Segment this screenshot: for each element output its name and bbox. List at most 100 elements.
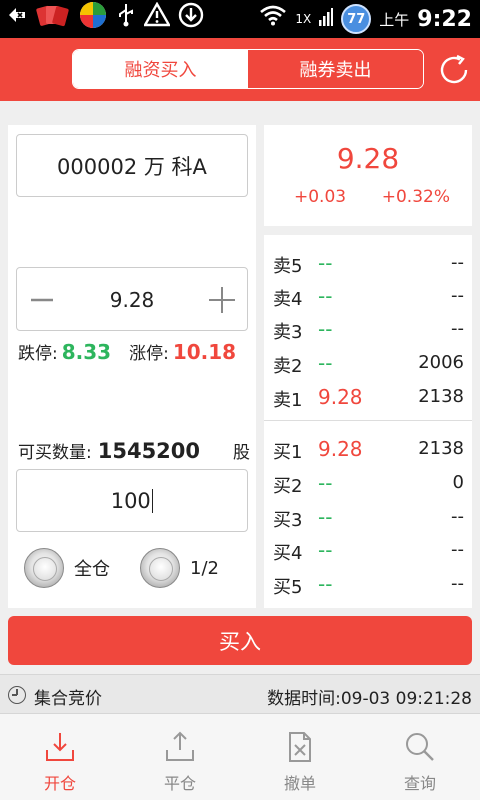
- bid-label: 买2: [273, 476, 303, 497]
- bid-price: 9.28: [318, 437, 363, 461]
- bid-row[interactable]: 买1 9.28 2138: [264, 435, 472, 465]
- limit-down-label: 跌停:: [18, 344, 58, 364]
- nav-label-open: 开仓: [43, 774, 76, 793]
- bid-volume: 2138: [418, 438, 464, 459]
- data-time: 数据时间:09-03 09:21:28: [267, 689, 472, 709]
- nav-open-position[interactable]: 开仓: [0, 714, 120, 800]
- limit-up-value[interactable]: 10.18: [173, 340, 236, 364]
- book-divider: [264, 420, 472, 421]
- price-change: +0.03: [294, 187, 347, 207]
- bid-row[interactable]: 买5 -- --: [264, 570, 472, 600]
- bid-price: --: [318, 505, 333, 529]
- ask-price: --: [318, 284, 333, 308]
- nav-label-cancel: 撤单: [283, 774, 316, 793]
- available-unit: 股: [233, 443, 250, 463]
- ask-row[interactable]: 卖5 -- --: [264, 249, 472, 279]
- nav-query[interactable]: 查询: [360, 714, 480, 800]
- limit-up-label: 涨停:: [129, 344, 169, 364]
- plus-icon: [209, 287, 235, 313]
- quantity-input[interactable]: 100: [16, 469, 248, 532]
- ask-volume: 2006: [418, 352, 464, 373]
- signal-icon: [319, 4, 334, 34]
- bid-row[interactable]: 买2 -- 0: [264, 469, 472, 499]
- ask-row[interactable]: 卖3 -- --: [264, 315, 472, 345]
- upload-tray-icon: [166, 731, 194, 761]
- info-bar: 集合竞价 数据时间:09-03 09:21:28: [0, 674, 480, 714]
- refresh-icon[interactable]: [436, 52, 472, 88]
- download-tray-icon: [46, 733, 74, 761]
- price-limits: 跌停: 8.33 涨停: 10.18: [18, 339, 254, 365]
- bid-label: 买5: [273, 577, 303, 598]
- limit-down-value[interactable]: 8.33: [62, 340, 111, 364]
- last-price: 9.28: [336, 142, 400, 175]
- ask-label: 卖4: [273, 289, 303, 310]
- available-value: 1545200: [97, 439, 201, 463]
- cancel-doc-icon: [289, 732, 311, 762]
- bid-volume: 0: [452, 472, 464, 493]
- wifi-icon: [259, 4, 287, 34]
- available-label: 可买数量:: [18, 443, 92, 463]
- radio-full[interactable]: [24, 548, 64, 588]
- trade-type-segmented-control: 融资买入 融券卖出: [72, 49, 424, 89]
- time-ampm: 上午: [379, 10, 410, 29]
- ask-volume: --: [451, 318, 464, 339]
- radio-half[interactable]: [140, 548, 180, 588]
- bid-price: --: [318, 471, 333, 495]
- bid-label: 买3: [273, 510, 303, 531]
- ask-label: 卖2: [273, 356, 303, 377]
- clock-icon: [8, 686, 26, 704]
- price-input[interactable]: 9.28: [67, 268, 197, 332]
- bid-row[interactable]: 买3 -- --: [264, 503, 472, 533]
- ask-label: 卖3: [273, 322, 303, 343]
- app-header: 融资买入 融券卖出: [0, 38, 480, 101]
- auction-status: 集合竞价: [34, 689, 102, 709]
- nav-label-close: 平仓: [163, 774, 196, 793]
- full-position-label: 全仓: [74, 559, 110, 580]
- ask-price: --: [318, 251, 333, 275]
- download-icon: [178, 2, 204, 36]
- half-position-option[interactable]: 1/2: [140, 546, 219, 590]
- decrease-price-button[interactable]: [17, 268, 67, 332]
- quote-panel: 9.28 +0.03 +0.32%: [264, 125, 472, 226]
- stock-selector[interactable]: 000002 万 科A: [16, 134, 248, 197]
- quantity-value: 100: [110, 488, 151, 513]
- ask-price: --: [318, 351, 333, 375]
- cards-icon: [36, 2, 70, 36]
- minus-icon: [31, 298, 53, 302]
- price-change-percent: +0.32%: [381, 187, 450, 207]
- status-bar: 1X 77 上午 9:22: [0, 0, 480, 38]
- available-quantity: 可买数量: 1545200 股: [18, 438, 250, 464]
- ask-row[interactable]: 卖1 9.28 2138: [264, 383, 472, 413]
- tab-margin-buy[interactable]: 融资买入: [73, 50, 248, 88]
- ask-volume: --: [451, 285, 464, 306]
- buy-button[interactable]: 买入: [8, 616, 472, 665]
- bid-volume: --: [451, 506, 464, 527]
- bid-label: 买4: [273, 543, 303, 564]
- bid-price: --: [318, 538, 333, 562]
- app-logo-icon: [78, 0, 108, 38]
- increase-price-button[interactable]: [197, 268, 247, 332]
- status-bar-right: 1X 77 上午 9:22: [259, 4, 472, 34]
- order-form: 000002 万 科A 9.28 跌停: 8.33 涨停: 10.18 可买数量…: [8, 125, 256, 608]
- ask-row[interactable]: 卖4 -- --: [264, 282, 472, 312]
- bid-row[interactable]: 买4 -- --: [264, 536, 472, 566]
- ask-volume: 2138: [418, 386, 464, 407]
- nav-cancel-order[interactable]: 撤单: [240, 714, 360, 800]
- ask-price: 9.28: [318, 385, 363, 409]
- bid-volume: --: [451, 573, 464, 594]
- clock-time: 9:22: [417, 6, 472, 32]
- ask-price: --: [318, 317, 333, 341]
- usb-icon: [116, 2, 136, 36]
- full-position-option[interactable]: 全仓: [24, 546, 110, 590]
- tab-short-sell[interactable]: 融券卖出: [248, 50, 423, 88]
- network-type: 1X: [295, 12, 312, 26]
- ask-row[interactable]: 卖2 -- 2006: [264, 349, 472, 379]
- nav-label-query: 查询: [403, 774, 436, 793]
- bid-price: --: [318, 572, 333, 596]
- ask-label: 卖1: [273, 390, 303, 411]
- nav-close-position[interactable]: 平仓: [120, 714, 240, 800]
- ask-label: 卖5: [273, 256, 303, 277]
- ask-volume: --: [451, 252, 464, 273]
- search-icon: [406, 733, 434, 761]
- price-stepper: 9.28: [16, 267, 248, 331]
